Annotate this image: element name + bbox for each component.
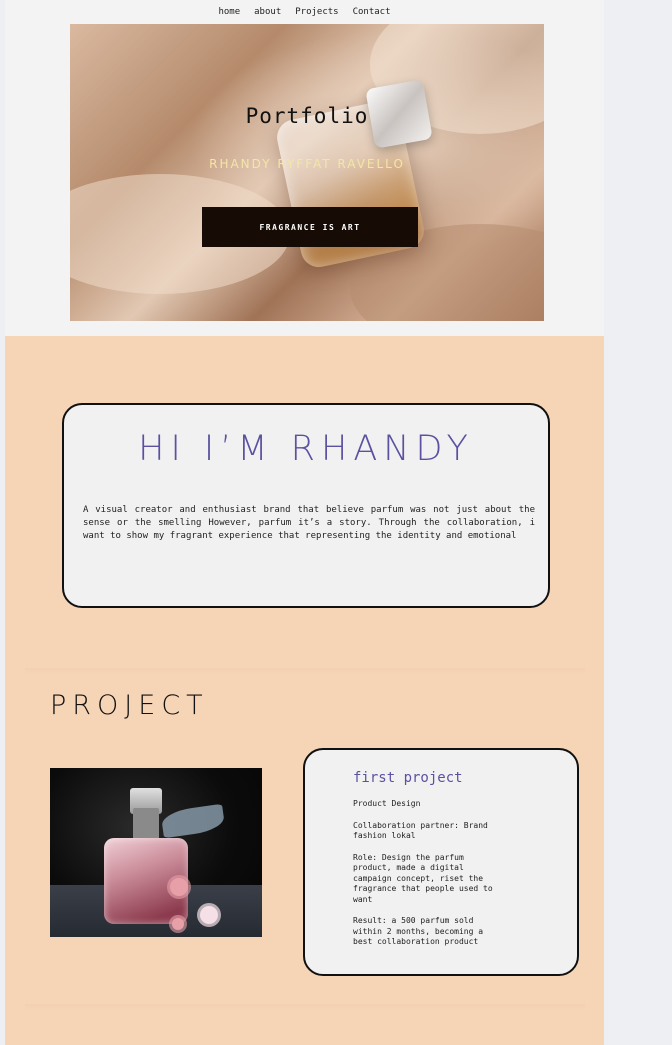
nav-about[interactable]: about <box>254 0 281 24</box>
first-project-card: first project Product Design Collaborati… <box>303 748 579 976</box>
project-image <box>50 768 262 937</box>
hero-banner: Portfolio RHANDY RYFFAT RAVELLO FRAGRANC… <box>70 24 544 321</box>
top-nav: home about Projects Contact <box>5 0 604 24</box>
about-text: A visual creator and enthusiast brand th… <box>83 505 535 541</box>
nav-projects[interactable]: Projects <box>295 0 338 24</box>
nav-home[interactable]: home <box>218 0 240 24</box>
content-section: HI I’M RHANDY A visual creator and enthu… <box>5 336 604 1045</box>
project-heading: PROJECT <box>50 690 209 721</box>
page: home about Projects Contact Portfolio RH… <box>5 0 604 1045</box>
project-result: Result: a 500 parfum sold within 2 month… <box>353 916 484 946</box>
section-divider <box>25 668 585 674</box>
hero-name: RHANDY RYFFAT RAVELLO <box>209 157 405 171</box>
about-title: HI I’M RHANDY <box>138 429 474 469</box>
fragrance-is-art-button[interactable]: FRAGRANCE IS ART <box>202 207 418 247</box>
flower-decoration <box>172 918 184 930</box>
project-role: Role: Design the parfum product, made a … <box>353 852 493 904</box>
flower-decoration <box>170 878 188 896</box>
nav-contact[interactable]: Contact <box>353 0 391 24</box>
flower-decoration <box>200 906 218 924</box>
section-divider <box>25 1004 585 1010</box>
ribbon-bow <box>160 803 226 839</box>
project-title: first project <box>353 770 463 786</box>
project-category: Product Design <box>353 799 421 808</box>
project-details: Product Design Collaboration partner: Br… <box>353 799 493 959</box>
bottle-neck <box>133 808 159 840</box>
project-partner: Collaboration partner: Brand fashion lok… <box>353 820 488 841</box>
hero-title: Portfolio <box>245 104 369 128</box>
about-card: HI I’M RHANDY A visual creator and enthu… <box>62 403 550 608</box>
header-section: home about Projects Contact Portfolio RH… <box>5 0 604 336</box>
